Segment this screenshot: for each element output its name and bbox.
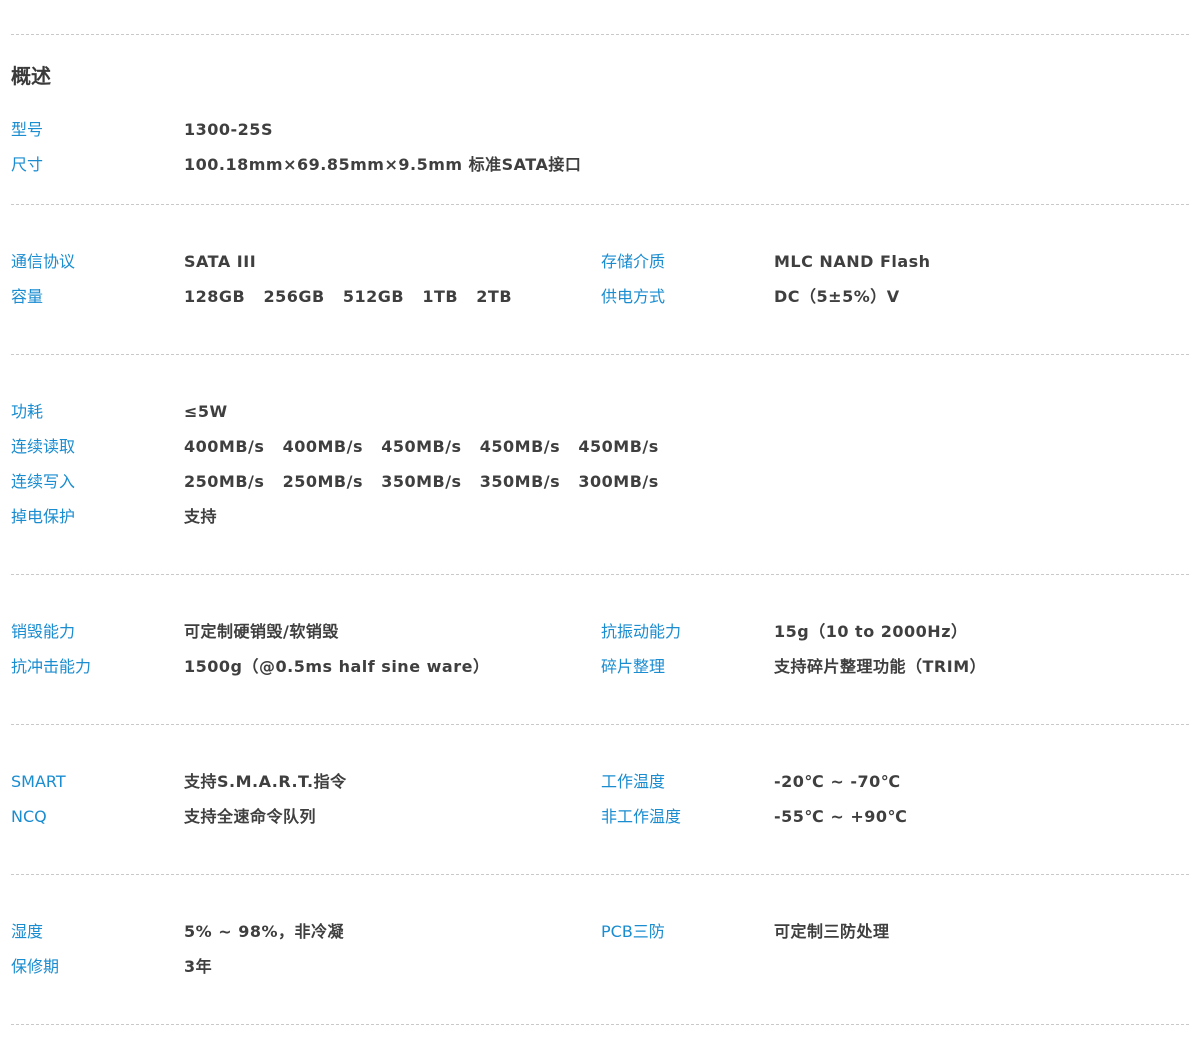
value-pcb-protection: 可定制三防处理	[774, 922, 890, 941]
label-capacity: 容量	[11, 287, 44, 306]
label-power-loss-protection: 掉电保护	[11, 507, 76, 526]
label-storage-medium: 存储介质	[601, 252, 666, 271]
value-size: 100.18mm×69.85mm×9.5mm 标准SATA接口	[184, 155, 582, 174]
label-destruction: 销毁能力	[11, 622, 76, 641]
value-smart: 支持S.M.A.R.T.指令	[184, 772, 347, 791]
label-warranty: 保修期	[11, 957, 60, 976]
value-defrag: 支持碎片整理功能（TRIM）	[774, 657, 987, 676]
label-non-operating-temp: 非工作温度	[601, 807, 682, 826]
value-destruction: 可定制硬销毁/软销毁	[184, 622, 339, 641]
divider	[11, 354, 1189, 355]
label-seq-read: 连续读取	[11, 437, 76, 456]
divider	[11, 874, 1189, 875]
label-size: 尺寸	[11, 155, 44, 174]
label-protocol: 通信协议	[11, 252, 76, 271]
value-shock: 1500g（@0.5ms half sine ware）	[184, 657, 490, 676]
label-operating-temp: 工作温度	[601, 772, 666, 791]
divider	[11, 574, 1189, 575]
label-smart: SMART	[11, 772, 66, 791]
value-seq-write: 250MB/s 250MB/s 350MB/s 350MB/s 300MB/s	[184, 472, 659, 491]
value-non-operating-temp: -55℃ ~ +90℃	[774, 807, 908, 826]
label-defrag: 碎片整理	[601, 657, 666, 676]
value-humidity: 5% ~ 98%，非冷凝	[184, 922, 345, 941]
divider	[11, 34, 1189, 35]
divider	[11, 724, 1189, 725]
value-power-supply: DC（5±5%）V	[774, 287, 900, 306]
value-operating-temp: -20℃ ~ -70℃	[774, 772, 901, 791]
label-vibration: 抗振动能力	[601, 622, 682, 641]
divider	[11, 204, 1189, 205]
value-model: 1300-25S	[184, 120, 273, 139]
value-seq-read: 400MB/s 400MB/s 450MB/s 450MB/s 450MB/s	[184, 437, 659, 456]
label-power-supply: 供电方式	[601, 287, 666, 306]
section-heading: 概述	[11, 64, 51, 88]
value-capacity: 128GB 256GB 512GB 1TB 2TB	[184, 287, 513, 306]
label-ncq: NCQ	[11, 807, 47, 826]
value-storage-medium: MLC NAND Flash	[774, 252, 931, 271]
label-power-consumption: 功耗	[11, 402, 44, 421]
label-seq-write: 连续写入	[11, 472, 76, 491]
label-shock: 抗冲击能力	[11, 657, 92, 676]
label-model: 型号	[11, 120, 44, 139]
value-vibration: 15g（10 to 2000Hz）	[774, 622, 968, 641]
value-power-consumption: ≤5W	[184, 402, 228, 421]
value-ncq: 支持全速命令队列	[184, 807, 317, 826]
value-protocol: SATA III	[184, 252, 257, 271]
value-power-loss-protection: 支持	[184, 507, 218, 526]
value-warranty: 3年	[184, 957, 213, 976]
divider	[11, 1024, 1189, 1025]
label-humidity: 湿度	[11, 922, 44, 941]
label-pcb-protection: PCB三防	[601, 922, 665, 941]
